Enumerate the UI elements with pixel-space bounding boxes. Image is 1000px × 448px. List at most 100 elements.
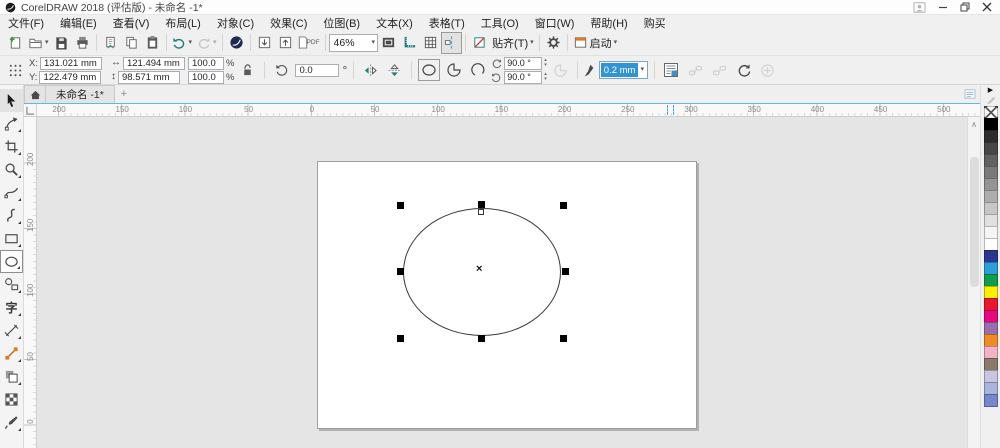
pick-tool[interactable] [0, 89, 23, 112]
menu-item-view[interactable]: 查看(V) [105, 15, 158, 31]
transparency-tool[interactable] [0, 388, 23, 411]
selection-handle[interactable] [397, 202, 404, 209]
open-button[interactable]: ▾ [26, 32, 51, 54]
menu-item-help[interactable]: 帮助(H) [582, 15, 635, 31]
lock-ratio-button[interactable] [237, 59, 258, 81]
selection-handle[interactable] [560, 335, 567, 342]
object-width-field[interactable] [122, 56, 185, 70]
dimension-tool[interactable] [0, 319, 23, 342]
ellipse-tool[interactable] [0, 250, 23, 273]
menu-item-file[interactable]: 文件(F) [0, 15, 52, 31]
scale-v-field[interactable] [187, 70, 224, 84]
vertical-ruler[interactable]: 200 150 100 50 0 [24, 117, 37, 448]
menu-item-bitmaps[interactable]: 位图(B) [315, 15, 368, 31]
palette-options-icon[interactable] [986, 95, 996, 107]
outline-width-combo[interactable]: 0.2 mm ▾ [598, 61, 648, 79]
shape-tool[interactable] [0, 112, 23, 135]
show-guidelines-button[interactable] [441, 31, 463, 54]
object-height-field[interactable] [117, 70, 180, 84]
color-eyedropper-tool[interactable] [0, 411, 23, 434]
x-position-field[interactable] [39, 56, 102, 70]
selection-handle[interactable] [478, 201, 485, 208]
import-button[interactable] [254, 32, 275, 54]
show-rulers-button[interactable] [399, 32, 420, 54]
change-direction-button[interactable] [550, 59, 571, 81]
y-position-field[interactable] [39, 70, 102, 84]
start-angle-spinner[interactable]: ▴ ▾ [544, 58, 547, 68]
new-document-button[interactable] [5, 32, 26, 54]
wrap-text-button[interactable] [661, 59, 682, 81]
selection-handle[interactable] [562, 268, 569, 275]
search-content-button[interactable] [226, 32, 247, 54]
vertical-scrollbar[interactable]: ∧ [967, 117, 980, 448]
snap-to-button[interactable]: 贴齐(T) ▾ [490, 32, 536, 54]
copy-button[interactable] [121, 32, 142, 54]
menu-item-edit[interactable]: 编辑(E) [52, 15, 105, 31]
selection-handle[interactable] [397, 268, 404, 275]
rectangle-tool[interactable] [0, 227, 23, 250]
cut-button[interactable] [100, 32, 121, 54]
paste-button[interactable] [142, 32, 163, 54]
end-angle-field[interactable]: 90.0 ° [504, 70, 543, 84]
options-button[interactable] [543, 32, 564, 54]
palette-flyout-button[interactable]: ▶ [988, 86, 993, 95]
connector-tool[interactable] [0, 342, 23, 365]
zoom-tool[interactable] [0, 158, 23, 181]
fullscreen-preview-button[interactable] [378, 32, 399, 54]
ellipse-node[interactable] [478, 209, 484, 215]
menu-item-buy[interactable]: 购买 [636, 15, 674, 31]
crop-tool[interactable] [0, 135, 23, 158]
document-navigator-icon[interactable] [960, 85, 980, 103]
scrollbar-thumb[interactable] [969, 157, 979, 287]
scale-h-field[interactable] [187, 56, 224, 70]
restore-button[interactable] [960, 1, 970, 14]
chain-link-button-2[interactable] [709, 59, 730, 81]
convert-to-curves-button[interactable] [733, 59, 754, 81]
zoom-level-combo[interactable]: ▾ [328, 33, 379, 52]
mirror-horizontal-button[interactable] [360, 59, 381, 81]
add-perspective-button[interactable] [757, 59, 778, 81]
menu-item-effects[interactable]: 效果(C) [262, 15, 315, 31]
menu-item-tools[interactable]: 工具(O) [473, 15, 527, 31]
color-swatch[interactable] [983, 394, 998, 407]
new-tab-button[interactable]: + [115, 85, 133, 103]
menu-item-table[interactable]: 表格(T) [421, 15, 473, 31]
start-angle-field[interactable]: 90.0 ° [504, 56, 543, 70]
selection-handle[interactable] [478, 335, 485, 342]
drawing-canvas[interactable]: × [37, 117, 967, 448]
common-shapes-tool[interactable] [0, 273, 23, 296]
show-grid-button[interactable] [420, 32, 441, 54]
menu-item-text[interactable]: 文本(X) [368, 15, 421, 31]
minimize-button[interactable] [938, 1, 948, 14]
text-tool[interactable]: 字 [0, 296, 23, 319]
pdf-button[interactable]: PDF [296, 32, 322, 54]
home-tab-button[interactable] [24, 85, 46, 103]
document-tab[interactable]: 未命名 -1* [46, 85, 115, 103]
print-button[interactable] [72, 32, 93, 54]
export-button[interactable] [275, 32, 296, 54]
menu-item-layout[interactable]: 布局(L) [157, 15, 208, 31]
chain-link-button-1[interactable] [685, 59, 706, 81]
selection-handle[interactable] [397, 335, 404, 342]
mirror-vertical-button[interactable] [384, 59, 405, 81]
zoom-level-input[interactable] [329, 35, 372, 50]
artistic-media-tool[interactable] [0, 204, 23, 227]
ellipse-mode-button[interactable] [418, 59, 441, 81]
arc-mode-button[interactable] [467, 59, 488, 81]
scroll-up-button[interactable]: ∧ [968, 117, 980, 131]
menu-item-object[interactable]: 对象(C) [209, 15, 262, 31]
snap-off-button[interactable] [469, 32, 490, 54]
menu-item-window[interactable]: 窗口(W) [527, 15, 583, 31]
rotation-angle-field[interactable] [295, 63, 340, 77]
drop-shadow-tool[interactable] [0, 365, 23, 388]
redo-button[interactable]: ▾ [194, 32, 219, 54]
end-angle-spinner[interactable]: ▴ ▾ [544, 72, 547, 82]
horizontal-ruler[interactable]: 200 150 100 50 0 50 100 150 200 250 300 350 400 450 50… [37, 104, 980, 117]
undo-button[interactable]: ▾ [170, 32, 195, 54]
selection-handle[interactable] [560, 202, 567, 209]
close-button[interactable] [982, 1, 992, 14]
launcher-button[interactable]: 启动 ▾ [571, 32, 620, 54]
save-button[interactable] [51, 32, 72, 54]
pie-mode-button[interactable] [443, 59, 464, 81]
user-account-icon[interactable] [913, 1, 926, 14]
